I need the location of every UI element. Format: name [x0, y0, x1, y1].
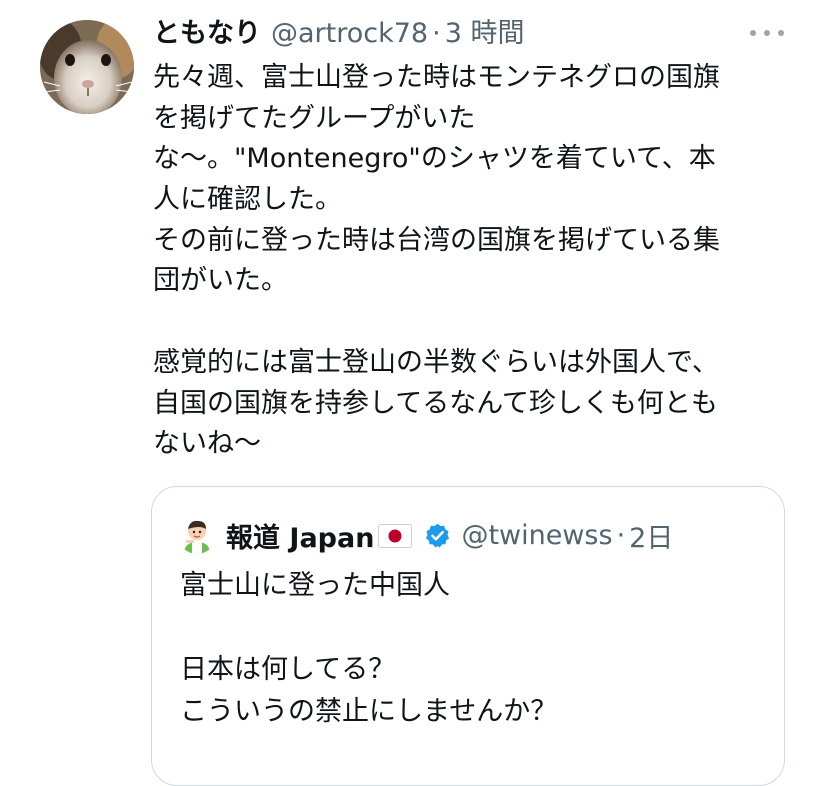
tweet-text-line: を掲げてたグループがいた — [153, 102, 476, 134]
reporter-avatar-image — [178, 516, 216, 554]
quote-text-line: 日本は何してる？ — [180, 654, 396, 685]
more-dot — [750, 30, 756, 36]
tweet-text-line: 団がいた。 — [153, 265, 288, 297]
quote-timestamp[interactable]: 2日 — [629, 516, 673, 555]
quote-separator-dot: · — [616, 519, 626, 551]
quote-display-name[interactable]: 報道 Japan — [226, 516, 374, 555]
separator-dot: · — [432, 18, 441, 49]
tweet-header: ともなり @artrock78 · 3 時間 — [153, 12, 773, 56]
quote-avatar[interactable] — [178, 516, 216, 554]
quote-text-line: こういうの禁止にしませんか？ — [180, 696, 558, 727]
timestamp[interactable]: 3 時間 — [445, 12, 525, 56]
more-dot — [778, 30, 784, 36]
tweet-text: 先々週、富士山登った時はモンテネグロの国旗 を掲げてたグループがいた な〜。"M… — [153, 58, 788, 465]
tweet-text-line: 感覚的には富士登山の半数ぐらいは外国人で、 — [153, 346, 719, 378]
quote-text-line — [180, 607, 760, 649]
quote-text-line: 富士山に登った中国人 — [180, 570, 450, 601]
verified-badge-icon — [424, 522, 451, 549]
tweet-text-line — [153, 302, 788, 343]
quote-tweet-card[interactable]: 報道 Japan @twinewss · 2日 富士山に登った中国人 日本は何し… — [151, 486, 785, 786]
more-dot — [764, 30, 770, 36]
japan-flag-icon — [378, 524, 413, 548]
quote-text: 富士山に登った中国人 日本は何してる？ こういうの禁止にしませんか？ — [180, 565, 760, 733]
user-handle[interactable]: @artrock78 — [271, 12, 428, 56]
display-name[interactable]: ともなり — [153, 12, 261, 56]
tweet-text-line: その前に登った時は台湾の国旗を掲げている集 — [153, 224, 720, 256]
tweet-text-line: な〜。"Montenegro"のシャツを着ていて、本 — [153, 143, 716, 175]
guinea-pig-avatar-image — [40, 20, 134, 114]
tweet-text-line: ないね〜 — [153, 428, 261, 460]
more-options-icon[interactable] — [750, 23, 784, 43]
tweet-text-line: 先々週、富士山登った時はモンテネグロの国旗 — [153, 62, 720, 93]
avatar[interactable] — [40, 20, 134, 114]
tweet-text-line: 人に確認した。 — [153, 184, 342, 216]
tweet[interactable]: ともなり @artrock78 · 3 時間 先々週、富士山登った時はモンテネグ… — [0, 0, 828, 786]
tweet-text-line: 自国の国旗を持参してるなんて珍しくも何とも — [153, 387, 718, 419]
quote-user-handle[interactable]: @twinewss — [461, 520, 612, 551]
quote-header: 報道 Japan @twinewss · 2日 — [178, 515, 673, 555]
